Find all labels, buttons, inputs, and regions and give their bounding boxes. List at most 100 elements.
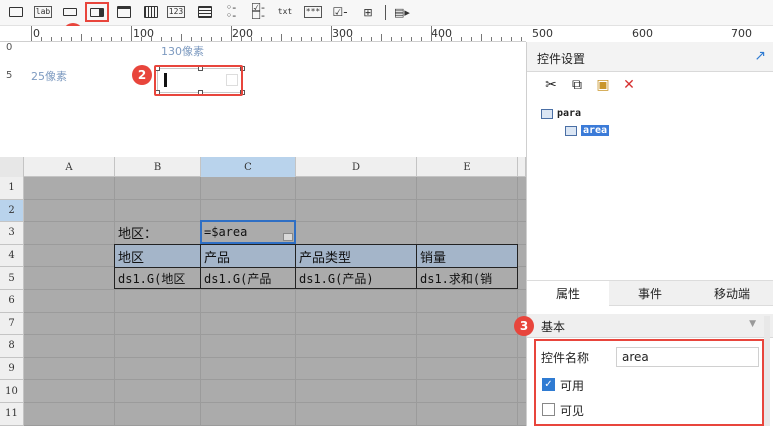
- text-field-icon[interactable]: [6, 2, 26, 22]
- column-header-c[interactable]: C: [201, 157, 296, 177]
- row-header-3[interactable]: 3: [0, 222, 24, 245]
- ruler-tick: [291, 37, 292, 41]
- grid-corner[interactable]: [0, 157, 24, 177]
- calendar-icon[interactable]: [114, 2, 134, 22]
- paste-icon[interactable]: ▣: [593, 76, 613, 94]
- ruler-label: 300: [332, 27, 353, 40]
- row-header-4[interactable]: 4: [0, 244, 24, 268]
- vertical-ruler: 0 5: [0, 42, 24, 145]
- cell-c4[interactable]: ds1.G(产品: [200, 267, 296, 289]
- more-icon[interactable]: ▤▸: [392, 2, 412, 22]
- cell-e3[interactable]: 销量: [416, 244, 518, 268]
- row-header-1[interactable]: 1: [0, 177, 24, 200]
- ruler-tick: [121, 37, 122, 41]
- grid-line: [24, 402, 526, 403]
- collapse-icon[interactable]: ▼: [749, 319, 756, 329]
- widget-name-input[interactable]: area: [616, 347, 759, 367]
- row-header-2[interactable]: 2: [0, 199, 24, 223]
- tab-properties[interactable]: 属性: [527, 281, 609, 306]
- ruler-tick: [391, 37, 392, 41]
- visible-checkbox[interactable]: [542, 403, 555, 416]
- ruler-tick: [351, 37, 352, 41]
- grid-line: [114, 177, 115, 426]
- row-header-9[interactable]: 9: [0, 357, 24, 381]
- tree-icon[interactable]: ⊞: [358, 2, 378, 22]
- radio-group-icon[interactable]: ◦- ◦-: [221, 2, 241, 22]
- copy-icon[interactable]: ⧉: [567, 76, 587, 94]
- ruler-tick: [31, 26, 32, 41]
- grid-cells[interactable]: 地区： =$area 地区 产品 产品类型 销量 ds1.G(地区 ds1.G(…: [24, 177, 526, 426]
- cell-b3[interactable]: 地区: [114, 244, 201, 268]
- ruler-tick: [221, 37, 222, 41]
- ruler-tick: [301, 37, 302, 41]
- panel-scrollbar[interactable]: [764, 316, 770, 426]
- row-header-7[interactable]: 7: [0, 312, 24, 336]
- ruler-tick: [371, 37, 372, 41]
- ruler-tick: [361, 37, 362, 41]
- column-header-e[interactable]: E: [417, 157, 518, 177]
- report-grid[interactable]: A B C D E 1 2 3 4 5 6 7 8 9 10 11 地区： =$area 地区 产品…: [0, 157, 526, 426]
- tab-mobile[interactable]: 移动端: [691, 281, 773, 306]
- column-header-a[interactable]: A: [24, 157, 115, 177]
- name-label: 控件名称: [541, 351, 590, 365]
- tree-item-area[interactable]: area: [565, 125, 610, 136]
- ruler-tick: [201, 37, 202, 41]
- row-header-6[interactable]: 6: [0, 290, 24, 313]
- ruler-tick: [41, 37, 42, 41]
- grid-line: [295, 177, 296, 426]
- dropdown-icon[interactable]: [85, 2, 109, 22]
- ruler-tick: [411, 37, 412, 41]
- row-header-8[interactable]: 8: [0, 335, 24, 358]
- grid-line: [416, 177, 417, 426]
- design-canvas[interactable]: 0 5 130像素 25像素: [0, 42, 526, 145]
- ruler-label: 700: [731, 27, 752, 40]
- section-label: 基本: [541, 320, 566, 334]
- textarea-icon[interactable]: [195, 2, 215, 22]
- column-header-f[interactable]: [518, 157, 526, 177]
- grid-icon[interactable]: [141, 2, 161, 22]
- expand-icon[interactable]: ↗: [754, 48, 766, 64]
- text-icon[interactable]: txt: [275, 2, 295, 22]
- panel-tabs: 属性 事件 移动端: [527, 280, 773, 306]
- ruler-tick: [341, 37, 342, 41]
- row-header-5[interactable]: 5: [0, 267, 24, 290]
- ruler-tick: [501, 37, 502, 41]
- cell-dropdown-icon[interactable]: [283, 233, 293, 241]
- ruler-tick: [481, 34, 482, 41]
- label-icon[interactable]: lab: [33, 2, 53, 22]
- row-header-10[interactable]: 10: [0, 380, 24, 403]
- step-badge-3: 3: [514, 316, 534, 336]
- panel-header: 控件设置 ↗: [527, 42, 773, 72]
- cut-icon[interactable]: ✂: [541, 76, 561, 94]
- cell-d3[interactable]: 产品类型: [295, 244, 417, 268]
- enabled-checkbox[interactable]: ✓: [542, 378, 555, 391]
- grid-line: [24, 379, 526, 381]
- section-basic[interactable]: 基本 ▼: [527, 314, 773, 338]
- column-header-bar: A B C D E: [0, 157, 526, 177]
- column-header-b[interactable]: B: [115, 157, 201, 177]
- tree-item-para[interactable]: para: [541, 108, 581, 119]
- cell-b2[interactable]: 地区：: [115, 221, 200, 243]
- checkbox-icon[interactable]: ☑-: [330, 2, 350, 22]
- ruler-tick: [161, 37, 162, 41]
- grid-line: [24, 289, 526, 290]
- width-dimension-label: 130像素: [161, 45, 204, 58]
- column-header-d[interactable]: D: [296, 157, 417, 177]
- cell-b4[interactable]: ds1.G(地区: [114, 267, 201, 289]
- cell-e4[interactable]: ds1.求和(销: [416, 267, 518, 289]
- cell-d4[interactable]: ds1.G(产品): [295, 267, 417, 289]
- checkbox-group-icon[interactable]: ☑- ☐-: [248, 2, 268, 22]
- delete-icon[interactable]: ✕: [619, 76, 639, 94]
- cell-c3[interactable]: 产品: [200, 244, 296, 268]
- password-icon[interactable]: ***: [303, 2, 323, 22]
- button-icon[interactable]: [60, 2, 80, 22]
- number-icon[interactable]: 123: [166, 2, 186, 22]
- vruler-label: 0: [6, 42, 13, 53]
- tab-events[interactable]: 事件: [609, 281, 691, 306]
- ruler-tick: [171, 37, 172, 41]
- row-header-11[interactable]: 11: [0, 403, 24, 426]
- ruler-tick: [401, 37, 402, 41]
- horizontal-ruler: 0 100 200 300 400 500 600 700: [0, 26, 752, 42]
- grid-line: [24, 311, 526, 313]
- panel-title: 控件设置: [537, 52, 586, 66]
